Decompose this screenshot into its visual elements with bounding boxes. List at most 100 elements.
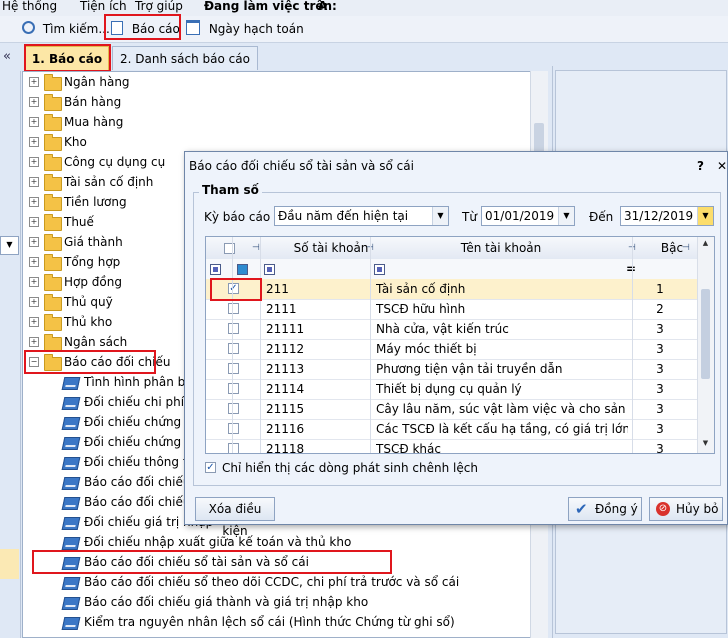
account-cell: 21114	[266, 382, 305, 396]
filter-account-icon[interactable]	[264, 264, 275, 275]
column-level[interactable]: Bậc	[642, 238, 702, 258]
folder-icon	[44, 114, 62, 131]
table-row[interactable]: ✓ 211 Tài sản cố định 1	[206, 279, 698, 300]
expand-icon[interactable]: +	[29, 337, 39, 347]
to-label: Đến	[589, 210, 614, 224]
menu-item-utilities[interactable]: Tiện ích	[80, 0, 127, 13]
table-row[interactable]: 21113 Phương tiện vận tải truyền dẫn 3	[206, 359, 698, 380]
posting-date-button[interactable]: Ngày hạch toán	[186, 19, 304, 39]
tree-report-item[interactable]: Báo cáo đối chiếu giá thành và giá trị n…	[23, 592, 543, 612]
report-book-icon	[61, 577, 81, 590]
scroll-down-icon[interactable]: ▼	[700, 439, 711, 449]
pin-icon: ⊣	[252, 243, 260, 253]
level-cell: 2	[656, 302, 664, 316]
expand-icon[interactable]: +	[29, 157, 39, 167]
tree-folder[interactable]: + Kho	[23, 132, 523, 152]
expand-icon[interactable]: +	[29, 277, 39, 287]
tree-folder-label: Tổng hợp	[64, 255, 121, 269]
toolbar: Tìm kiếm... Báo cáo Ngày hạch toán	[0, 14, 728, 43]
level-cell: 3	[656, 382, 664, 396]
tree-report-item[interactable]: Kiểm tra nguyên nhân lệch sổ cái (Hình t…	[23, 612, 543, 632]
folder-icon	[44, 334, 62, 351]
row-checkbox[interactable]	[228, 343, 239, 354]
filter-check-icon[interactable]	[237, 264, 248, 275]
only-changes-checkbox[interactable]: ✓	[205, 462, 216, 473]
from-date-field[interactable]: 01/01/2019 ▼	[481, 206, 575, 226]
account-cell: 21111	[266, 322, 305, 336]
name-cell: Cây lâu năm, súc vật làm việc và cho sản…	[376, 402, 628, 416]
tab-report-list[interactable]: 2. Danh sách báo cáo	[112, 46, 258, 70]
expand-icon[interactable]: +	[29, 137, 39, 147]
tree-folder[interactable]: + Bán hàng	[23, 92, 523, 112]
search-button[interactable]: Tìm kiếm...	[22, 19, 110, 39]
row-checkbox[interactable]	[228, 403, 239, 414]
report-book-icon	[61, 397, 81, 410]
row-checkbox[interactable]	[228, 383, 239, 394]
tree-folder-label: Công cụ dụng cụ	[64, 155, 166, 169]
select-all-checkbox[interactable]	[224, 243, 235, 254]
folder-icon	[44, 154, 62, 171]
report-tabs: 1. Báo cáo 2. Danh sách báo cáo	[20, 43, 550, 72]
account-cell: 21112	[266, 342, 305, 356]
menu-item-help[interactable]: Trợ giúp	[135, 0, 183, 13]
help-icon[interactable]: ?	[697, 159, 704, 173]
tree-report-item[interactable]: Báo cáo đối chiếu sổ theo dõi CCDC, chi …	[23, 572, 543, 592]
left-dropdown[interactable]: ▼	[0, 236, 19, 255]
level-cell: 3	[656, 442, 664, 454]
tree-folder[interactable]: + Ngân hàng	[23, 72, 523, 92]
close-icon[interactable]: ✕	[717, 159, 727, 173]
chevron-down-icon: ▼	[558, 207, 574, 225]
ok-button[interactable]: ✔ Đồng ý	[568, 497, 642, 521]
table-row[interactable]: 21115 Cây lâu năm, súc vật làm việc và ch…	[206, 399, 698, 420]
report-book-icon	[61, 537, 81, 550]
table-row[interactable]: 21112 Máy móc thiết bị 3	[206, 339, 698, 360]
expand-icon[interactable]: +	[29, 177, 39, 187]
tree-report-item[interactable]: Đối chiếu nhập xuất giữa kế toán và thủ …	[23, 532, 543, 552]
expand-icon[interactable]: +	[29, 117, 39, 127]
collapse-button[interactable]: «	[3, 49, 11, 64]
accounts-grid: ⊣ Số tài khoản ⊣ Tên tài khoản ⊣ Bậc ⊣ =…	[205, 236, 715, 454]
to-date-field[interactable]: 31/12/2019 ▼	[620, 206, 714, 226]
table-row[interactable]: 21114 Thiết bị dụng cụ quản lý 3	[206, 379, 698, 400]
expand-icon[interactable]: +	[29, 237, 39, 247]
report-book-icon	[61, 497, 81, 510]
expand-icon[interactable]: +	[29, 297, 39, 307]
filter-name-icon[interactable]	[374, 264, 385, 275]
row-checkbox[interactable]	[228, 363, 239, 374]
tree-folder-label: Thủ quỹ	[64, 295, 113, 309]
filter-icon[interactable]	[210, 264, 221, 275]
tree-folder[interactable]: + Mua hàng	[23, 112, 523, 132]
table-row[interactable]: 21111 Nhà cửa, vật kiến trúc 3	[206, 319, 698, 340]
expand-icon[interactable]: +	[29, 97, 39, 107]
expand-icon[interactable]: +	[29, 197, 39, 207]
row-checkbox[interactable]	[228, 303, 239, 314]
scroll-up-icon[interactable]: ▲	[700, 239, 711, 249]
tree-folder-label: Mua hàng	[64, 115, 124, 129]
row-checkbox[interactable]	[228, 423, 239, 434]
expand-icon[interactable]: +	[29, 77, 39, 87]
name-cell: Nhà cửa, vật kiến trúc	[376, 322, 509, 336]
expand-icon[interactable]: +	[29, 257, 39, 267]
table-row[interactable]: 2111 TSCĐ hữu hình 2	[206, 299, 698, 320]
clear-conditions-button[interactable]: Xóa điều kiện	[195, 497, 275, 538]
name-cell: TSCĐ khác	[376, 442, 441, 454]
table-row[interactable]: 21118 TSCĐ khác 3	[206, 439, 698, 454]
folder-icon	[44, 254, 62, 271]
level-cell: 3	[656, 362, 664, 376]
table-row[interactable]: 21116 Các TSCĐ là kết cấu hạ tầng, có giá…	[206, 419, 698, 440]
folder-icon	[44, 74, 62, 91]
tree-report-label: Báo cáo đối chiếu giá thành và giá trị n…	[84, 595, 369, 609]
period-select[interactable]: Đầu năm đến hiện tại ▼	[274, 206, 449, 226]
folder-icon	[44, 194, 62, 211]
folder-icon	[44, 274, 62, 291]
expand-icon[interactable]: +	[29, 317, 39, 327]
menu-item-system[interactable]: Hệ thống	[2, 0, 57, 13]
cancel-button[interactable]: ⊘ Hủy bỏ	[649, 497, 723, 521]
grid-scrollbar[interactable]: ▲ ▼	[697, 237, 714, 453]
column-name[interactable]: Tên tài khoản	[376, 238, 626, 258]
row-checkbox[interactable]	[228, 323, 239, 334]
expand-icon[interactable]: +	[29, 217, 39, 227]
grid-scroll-thumb[interactable]	[701, 289, 710, 379]
filter-row: =	[206, 259, 698, 280]
row-checkbox[interactable]	[228, 443, 239, 453]
